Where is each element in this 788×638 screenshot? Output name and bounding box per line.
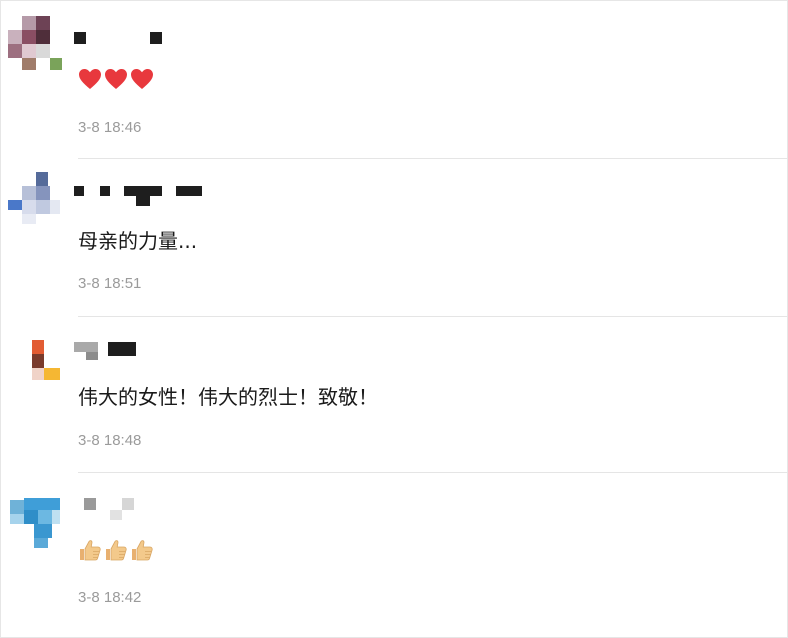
avatar[interactable] [6,172,62,228]
comment-timestamp: 3-8 18:46 [78,119,142,136]
thumbs-up-icon [132,540,153,561]
heart-icon [79,69,101,89]
heart-icon [131,69,153,89]
comment-text: 母亲的力量... [78,229,198,253]
comment-timestamp: 3-8 18:51 [78,275,142,292]
comment-divider [78,472,788,473]
comment-divider [78,158,788,159]
avatar[interactable] [6,338,62,394]
comment-divider [78,316,788,317]
comment-timestamp: 3-8 18:42 [78,589,142,606]
username-redacted[interactable] [74,186,204,206]
avatar[interactable] [6,494,62,550]
reaction-row [78,538,158,562]
username-redacted[interactable] [74,32,164,48]
heart-icon [105,69,127,89]
avatar[interactable] [6,16,62,72]
username-redacted[interactable] [74,496,144,520]
thumbs-up-icon [106,540,127,561]
username-redacted[interactable] [74,342,144,360]
thumbs-up-icon [80,540,101,561]
comment-timestamp: 3-8 18:48 [78,432,142,449]
reaction-row [78,68,158,92]
comment-text: 伟大的女性！伟大的烈士！致敬！ [78,385,378,409]
